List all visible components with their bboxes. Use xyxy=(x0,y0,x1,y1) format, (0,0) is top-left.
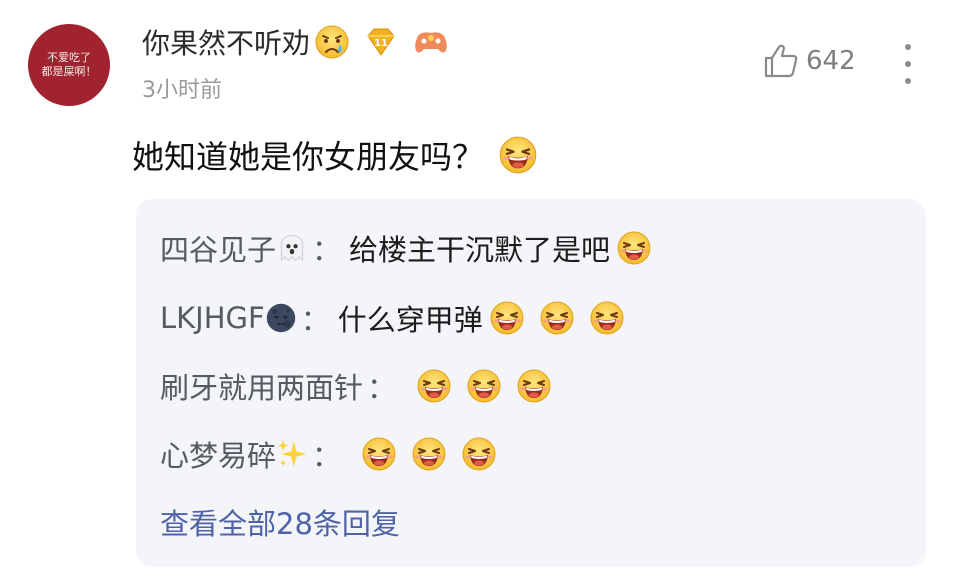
comment-body: 她知道她是你女朋友吗？ xyxy=(132,132,538,178)
more-dot-icon xyxy=(905,78,911,84)
comment-author[interactable]: 你果然不听劝 11 xyxy=(142,22,450,62)
grinning-squint-face-icon xyxy=(498,135,538,175)
ghost-icon xyxy=(276,232,308,264)
reply-author[interactable]: 心梦易碎 xyxy=(160,433,276,475)
reply-separator: ： xyxy=(312,439,342,473)
grinning-squint-face-icon xyxy=(539,300,575,336)
like-count: 642 xyxy=(806,46,856,76)
reply-item[interactable]: LKJHGF ： 什么穿甲弹 xyxy=(160,297,625,339)
avatar-text-line-2: 都是屎啊！ xyxy=(41,65,97,78)
reply-author[interactable]: 四谷见子 xyxy=(160,227,276,269)
more-dot-icon xyxy=(905,61,911,67)
avatar[interactable]: 不爱吃了 都是屎啊！ xyxy=(28,24,110,106)
reply-preview-box[interactable]: 四谷见子 ： 给楼主干沉默了是吧 LKJHGF ： 什么穿甲弹 刷牙就用两面针 … xyxy=(136,199,926,567)
thumbs-up-icon xyxy=(764,44,798,78)
comment-text: 她知道她是你女朋友吗？ xyxy=(132,138,485,176)
grinning-squint-face-icon xyxy=(461,436,497,472)
reply-separator: ： xyxy=(300,303,330,337)
more-dot-icon xyxy=(905,44,911,50)
username[interactable]: 你果然不听劝 xyxy=(142,22,310,62)
new-moon-face-icon xyxy=(265,302,297,334)
grinning-squint-face-icon xyxy=(466,368,502,404)
reply-item[interactable]: 四谷见子 ： 给楼主干沉默了是吧 xyxy=(160,227,652,269)
reply-text: 什么穿甲弹 xyxy=(337,303,483,337)
level-badge-label: 11 xyxy=(374,38,388,49)
reply-separator: ： xyxy=(312,233,342,267)
crying-face-icon xyxy=(314,24,350,60)
reply-author[interactable]: LKJHGF xyxy=(160,301,265,335)
grinning-squint-face-icon xyxy=(516,368,552,404)
grinning-squint-face-icon xyxy=(616,230,652,266)
more-options-button[interactable] xyxy=(896,44,920,84)
grinning-squint-face-icon xyxy=(489,300,525,336)
diamond-level-badge-icon: 11 xyxy=(364,27,398,57)
avatar-text-line-1: 不爱吃了 xyxy=(47,51,91,64)
grinning-squint-face-icon xyxy=(411,436,447,472)
view-all-replies-link[interactable]: 查看全部28条回复 xyxy=(160,501,400,543)
reply-separator: ： xyxy=(367,371,397,405)
grinning-squint-face-icon xyxy=(589,300,625,336)
game-controller-badge-icon xyxy=(412,28,450,56)
reply-author[interactable]: 刷牙就用两面针 xyxy=(160,365,363,407)
grinning-squint-face-icon xyxy=(416,368,452,404)
reply-text: 给楼主干沉默了是吧 xyxy=(349,233,611,267)
reply-item[interactable]: 刷牙就用两面针 ： xyxy=(160,365,552,407)
grinning-squint-face-icon xyxy=(361,436,397,472)
like-button[interactable]: 642 xyxy=(762,42,856,80)
sparkles-icon xyxy=(276,438,308,470)
comment-time: 3小时前 xyxy=(142,78,222,103)
reply-item[interactable]: 心梦易碎 ： xyxy=(160,433,497,475)
